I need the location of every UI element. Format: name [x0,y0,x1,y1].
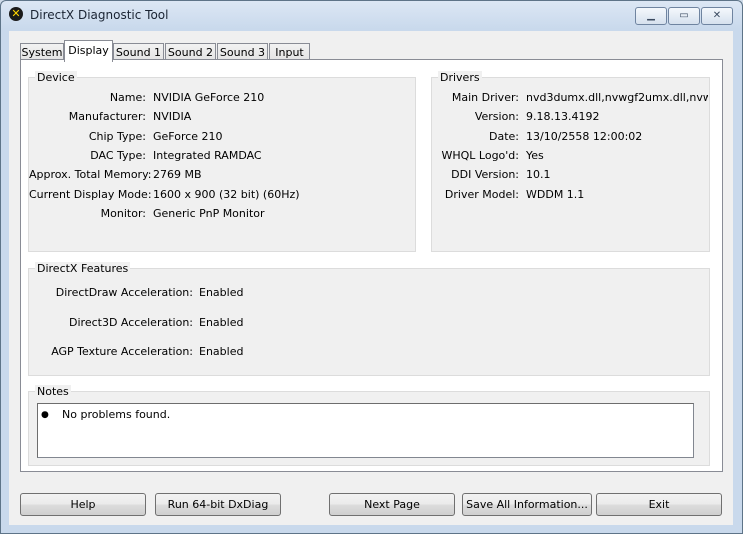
total-memory-label: Approx. Total Memory: [29,168,152,181]
driver-model-label: Driver Model: [444,188,519,201]
minimize-button[interactable]: ▁ [635,7,667,25]
manufacturer-value: NVIDIA [153,110,192,123]
chip-type-label: Chip Type: [88,130,146,143]
device-legend: Device [35,71,77,84]
exit-button[interactable]: Exit [596,493,722,516]
whql-label: WHQL Logo'd: [441,149,519,162]
notes-group: Notes ● No problems found. [28,385,710,466]
directdraw-label: DirectDraw Acceleration: [55,286,193,299]
display-tab-panel: Device Name: NVIDIA GeForce 210 Manufact… [20,59,723,472]
agp-texture-value: Enabled [199,345,244,358]
close-icon: ✕ [712,10,722,21]
main-driver-label: Main Driver: [451,91,519,104]
dxdiag-window: ✕ DirectX Diagnostic Tool ▁ ▭ ✕ System D… [0,0,743,534]
monitor-value: Generic PnP Monitor [153,207,265,220]
device-name-label: Name: [109,91,146,104]
help-button[interactable]: Help [20,493,146,516]
driver-date-label: Date: [489,130,519,143]
ddi-version-label: DDI Version: [451,168,519,181]
dac-type-label: DAC Type: [90,149,146,162]
maximize-icon: ▭ [679,10,689,21]
notes-textbox[interactable]: ● No problems found. [37,403,694,458]
direct3d-label: Direct3D Acceleration: [69,316,193,329]
directdraw-value: Enabled [199,286,244,299]
client-area: System Display Sound 1 Sound 2 Sound 3 I… [9,31,733,525]
manufacturer-label: Manufacturer: [68,110,146,123]
close-button[interactable]: ✕ [701,7,733,25]
agp-texture-label: AGP Texture Acceleration: [51,345,193,358]
maximize-button[interactable]: ▭ [668,7,700,25]
save-all-information-button[interactable]: Save All Information... [462,493,592,516]
display-mode-value: 1600 x 900 (32 bit) (60Hz) [153,188,300,201]
chip-type-value: GeForce 210 [153,130,223,143]
directx-x-icon: ✕ [9,7,23,21]
direct3d-value: Enabled [199,316,244,329]
monitor-label: Monitor: [100,207,146,220]
tab-display[interactable]: Display [64,40,113,62]
title-bar[interactable]: ✕ DirectX Diagnostic Tool ▁ ▭ ✕ [1,1,742,29]
driver-date-value: 13/10/2558 12:00:02 [526,130,643,143]
main-driver-value: nvd3dumx.dll,nvwgf2umx.dll,nvwgf2 [526,91,708,104]
notes-legend: Notes [35,385,71,398]
total-memory-value: 2769 MB [153,168,202,181]
note-item: No problems found. [62,408,171,421]
display-mode-label: Current Display Mode: [29,188,152,201]
whql-value: Yes [526,149,544,162]
driver-version-label: Version: [474,110,519,123]
directx-features-legend: DirectX Features [35,262,131,275]
window-title: DirectX Diagnostic Tool [30,8,169,22]
next-page-button[interactable]: Next Page [329,493,455,516]
directx-features-group: DirectX Features DirectDraw Acceleration… [28,262,710,376]
driver-model-value: WDDM 1.1 [526,188,585,201]
dac-type-value: Integrated RAMDAC [153,149,262,162]
bullet-icon: ● [41,410,49,420]
driver-version-value: 9.18.13.4192 [526,110,600,123]
drivers-legend: Drivers [438,71,482,84]
run-64bit-dxdiag-button[interactable]: Run 64-bit DxDiag [155,493,281,516]
device-group: Device Name: NVIDIA GeForce 210 Manufact… [28,71,416,252]
ddi-version-value: 10.1 [526,168,551,181]
drivers-group: Drivers Main Driver: nvd3dumx.dll,nvwgf2… [431,71,710,252]
device-name-value: NVIDIA GeForce 210 [153,91,265,104]
minimize-icon: ▁ [647,10,655,21]
